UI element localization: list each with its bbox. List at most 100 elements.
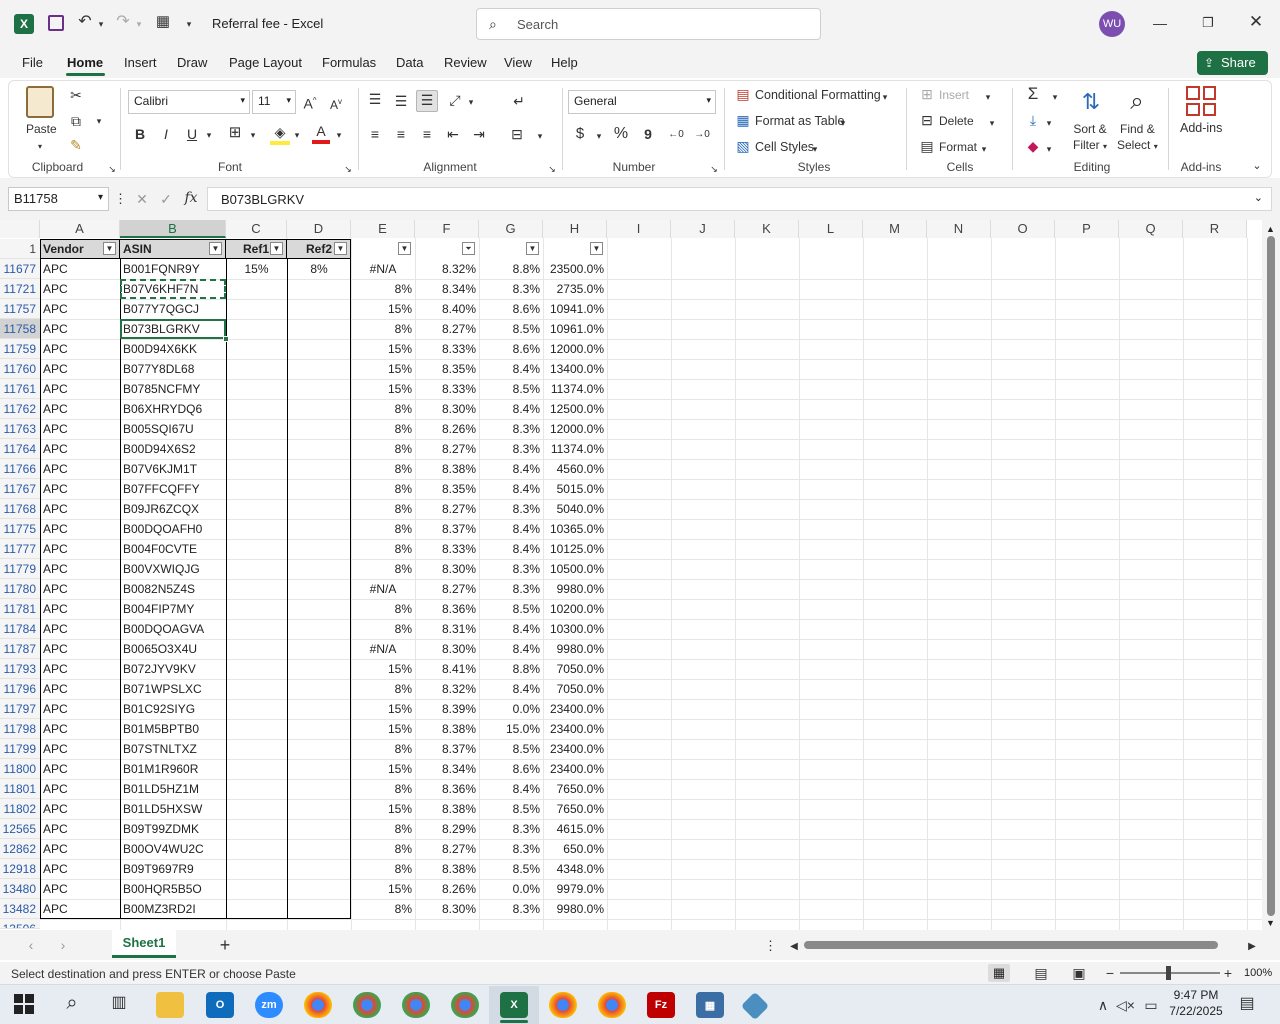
row-header[interactable]: 11763 xyxy=(0,419,40,439)
chevron-down-icon[interactable]: ▾ xyxy=(810,140,820,158)
vertical-scrollbar[interactable]: ▲ ▼ xyxy=(1262,220,1280,930)
column-header-g[interactable]: G xyxy=(479,220,543,238)
filezilla-icon[interactable]: Fz xyxy=(647,992,675,1018)
table-cell[interactable]: B07FFCQFFY xyxy=(120,479,226,499)
table-cell[interactable]: APC xyxy=(40,779,120,799)
clipboard-launcher-icon[interactable]: ↘ xyxy=(106,160,118,178)
table-cell[interactable] xyxy=(287,579,351,599)
table-cell[interactable] xyxy=(226,759,287,779)
table-cell[interactable]: 8.27% xyxy=(415,319,479,339)
chrome-icon[interactable] xyxy=(353,992,381,1018)
table-cell[interactable]: 8.4% xyxy=(479,779,543,799)
table-cell[interactable]: B072JYV9KV xyxy=(120,659,226,679)
row-header[interactable]: 11777 xyxy=(0,539,40,559)
table-cell[interactable] xyxy=(287,439,351,459)
row-header[interactable]: 11762 xyxy=(0,399,40,419)
insert-cells-button[interactable]: Insert xyxy=(939,88,969,102)
tab-split-icon[interactable]: ⋮ xyxy=(764,937,777,955)
currency-format-button[interactable]: $ xyxy=(572,125,588,143)
table-cell[interactable] xyxy=(287,839,351,859)
table-cell[interactable] xyxy=(226,599,287,619)
row-header[interactable]: 11768 xyxy=(0,499,40,519)
table-cell[interactable]: 10365.0% xyxy=(543,519,607,539)
table-cell[interactable]: 8% xyxy=(351,419,415,439)
table-cell[interactable]: 15% xyxy=(351,759,415,779)
table-cell[interactable]: 5040.0% xyxy=(543,499,607,519)
decrease-font-icon[interactable]: Av xyxy=(328,93,344,114)
tab-home[interactable]: Home xyxy=(67,55,103,70)
chrome-icon[interactable] xyxy=(402,992,430,1018)
column-header-l[interactable]: L xyxy=(799,220,863,238)
chevron-down-icon[interactable]: ▾ xyxy=(979,140,989,158)
table-cell[interactable]: APC xyxy=(40,519,120,539)
table-cell[interactable]: B00HQR5B5O xyxy=(120,879,226,899)
table-cell[interactable]: B01LD5HZ1M xyxy=(120,779,226,799)
table-cell[interactable]: 8.30% xyxy=(415,399,479,419)
undo-icon[interactable]: ↶ xyxy=(76,13,94,31)
table-cell[interactable]: 8.4% xyxy=(479,639,543,659)
table-cell[interactable] xyxy=(226,839,287,859)
table-cell[interactable]: 23400.0% xyxy=(543,759,607,779)
table-cell[interactable] xyxy=(226,459,287,479)
column-header-j[interactable]: J xyxy=(671,220,735,238)
format-cells-icon[interactable]: ▤ xyxy=(918,137,936,155)
table-cell[interactable]: APC xyxy=(40,619,120,639)
table-cell[interactable]: B077Y7QGCJ xyxy=(120,299,226,319)
chrome-icon[interactable] xyxy=(598,992,626,1018)
table-cell[interactable] xyxy=(287,519,351,539)
table-cell[interactable] xyxy=(287,699,351,719)
align-middle-icon[interactable]: ☰ xyxy=(392,92,410,110)
comma-style-button[interactable]: 9 xyxy=(640,125,656,143)
table-cell[interactable]: 8.3% xyxy=(479,559,543,579)
table-cell[interactable]: 23500.0% xyxy=(543,259,607,279)
table-cell[interactable]: B0082N5Z4S xyxy=(120,579,226,599)
decrease-indent-icon[interactable]: ⇤ xyxy=(444,125,462,143)
table-cell[interactable]: 8.34% xyxy=(415,759,479,779)
table-cell[interactable] xyxy=(287,359,351,379)
filter-dropdown-icon[interactable]: ▼ xyxy=(334,242,347,255)
table-cell[interactable] xyxy=(287,739,351,759)
table-cell[interactable] xyxy=(226,719,287,739)
table-cell[interactable]: 8% xyxy=(351,399,415,419)
conditional-formatting-icon[interactable]: ▤ xyxy=(734,85,752,103)
clear-dropdown-icon[interactable]: ▾ xyxy=(1044,140,1054,158)
format-painter-icon[interactable]: ✎ xyxy=(68,136,84,154)
insert-cells-icon[interactable]: ⊞ xyxy=(918,85,936,103)
table-cell[interactable]: 0.0% xyxy=(479,879,543,899)
table-cell[interactable]: B004F0CVTE xyxy=(120,539,226,559)
table-cell[interactable]: 8.32% xyxy=(415,679,479,699)
row-header[interactable]: 11802 xyxy=(0,799,40,819)
search-box[interactable]: ⌕ Search xyxy=(476,8,821,40)
table-cell[interactable]: 8.4% xyxy=(479,399,543,419)
table-cell[interactable] xyxy=(226,579,287,599)
table-cell[interactable]: 8.27% xyxy=(415,579,479,599)
row-header[interactable]: 11781 xyxy=(0,599,40,619)
table-cell[interactable]: 8% xyxy=(351,819,415,839)
table-cell[interactable]: APC xyxy=(40,699,120,719)
table-cell[interactable] xyxy=(287,339,351,359)
tab-draw[interactable]: Draw xyxy=(177,55,207,70)
row-header[interactable]: 11800 xyxy=(0,759,40,779)
table-cell[interactable] xyxy=(226,479,287,499)
table-cell[interactable]: APC xyxy=(40,739,120,759)
table-cell[interactable]: 8.5% xyxy=(479,599,543,619)
table-cell[interactable]: 8% xyxy=(351,479,415,499)
table-cell[interactable] xyxy=(287,819,351,839)
fill-handle[interactable] xyxy=(223,336,229,342)
row-header[interactable]: 11766 xyxy=(0,459,40,479)
chrome-icon[interactable] xyxy=(451,992,479,1018)
column-header-r[interactable]: R xyxy=(1183,220,1247,238)
row-header[interactable]: 12918 xyxy=(0,859,40,879)
align-left-icon[interactable]: ≡ xyxy=(366,125,384,143)
table-cell[interactable]: B00D94X6KK xyxy=(120,339,226,359)
row-header[interactable]: 11779 xyxy=(0,559,40,579)
table-cell[interactable]: 15% xyxy=(226,259,287,279)
filter-dropdown-icon[interactable]: ▼ xyxy=(209,242,222,255)
table-cell[interactable]: APC xyxy=(40,259,120,279)
row-header[interactable]: 11758 xyxy=(0,319,40,339)
table-cell[interactable]: #N/A xyxy=(351,579,415,599)
table-cell[interactable]: APC xyxy=(40,459,120,479)
table-cell[interactable]: 8.26% xyxy=(415,419,479,439)
table-cell[interactable] xyxy=(226,539,287,559)
paste-button[interactable]: Paste xyxy=(26,122,57,136)
